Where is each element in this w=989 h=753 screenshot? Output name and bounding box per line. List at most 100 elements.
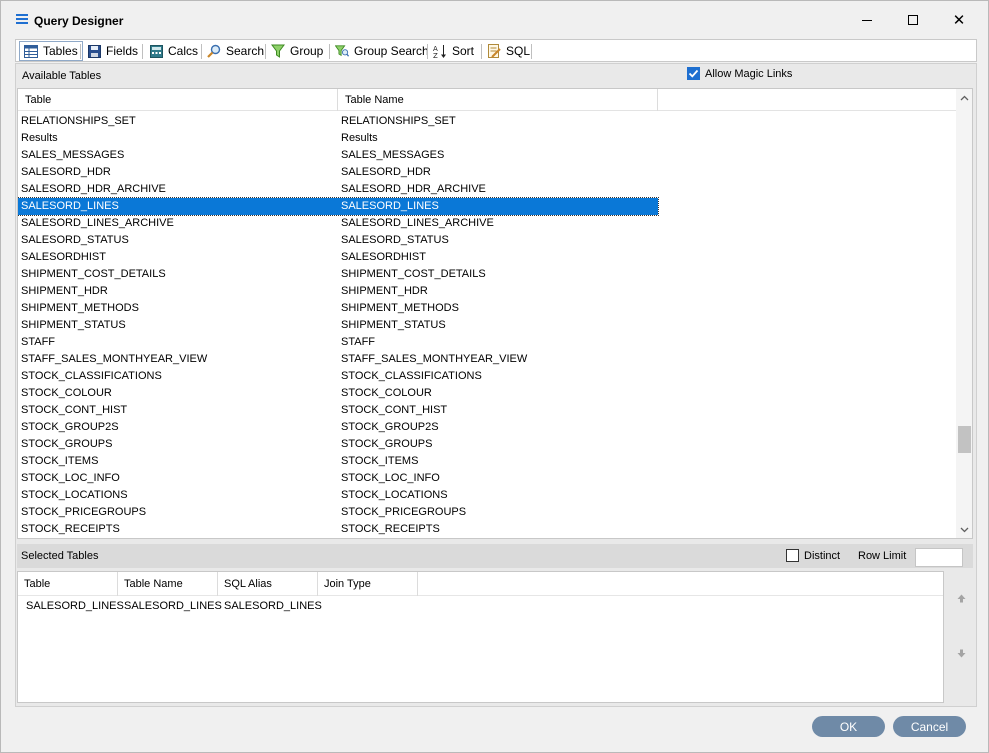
- cell-table-name: SALESORD_LINES_ARCHIVE: [341, 217, 494, 229]
- table-row[interactable]: STOCK_GROUPS STOCK_GROUPS: [18, 436, 658, 453]
- tab-tables[interactable]: Tables: [19, 41, 83, 61]
- row-limit-input[interactable]: [915, 548, 963, 567]
- table-row[interactable]: STOCK_CLASSIFICATIONS STOCK_CLASSIFICATIO…: [18, 368, 658, 385]
- cell-table: STOCK_GROUP2S: [21, 421, 119, 433]
- checkbox-checked-icon: [687, 67, 700, 80]
- table-row[interactable]: SHIPMENT_METHODS SHIPMENT_METHODS: [18, 300, 658, 317]
- tab-label: Group Search: [354, 44, 429, 58]
- cell-table-name: SALES_MESSAGES: [341, 149, 445, 161]
- cancel-button[interactable]: Cancel: [893, 716, 966, 737]
- vertical-scrollbar[interactable]: [956, 89, 972, 538]
- allow-magic-links-checkbox[interactable]: Allow Magic Links: [687, 67, 792, 80]
- column-header-table[interactable]: Table: [18, 89, 338, 111]
- column-header-table[interactable]: Table: [18, 572, 118, 596]
- table-row[interactable]: STOCK_LOC_INFO STOCK_LOC_INFO: [18, 470, 658, 487]
- arrow-up-icon: [957, 594, 965, 602]
- table-row[interactable]: RELATIONSHIPS_SET RELATIONSHIPS_SET: [18, 113, 658, 130]
- maximize-icon: [908, 15, 918, 25]
- cell-table-name: SALESORD_HDR: [341, 166, 431, 178]
- arrow-down-icon: [957, 649, 965, 657]
- available-tables-grid: Table Table Name RELATIONSHIPS_SET RELATI…: [17, 88, 973, 539]
- table-row[interactable]: SALESORDHIST SALESORDHIST: [18, 249, 658, 266]
- cell-table: STAFF: [21, 336, 56, 348]
- table-row[interactable]: STAFF_SALES_MONTHYEAR_VIEW STAFF_SALES_MO…: [18, 351, 658, 368]
- cell-table-name: STOCK_LOC_INFO: [341, 472, 440, 484]
- cell-table: SALESORD_HDR_ARCHIVE: [21, 183, 166, 195]
- column-header-sql-alias[interactable]: SQL Alias: [218, 572, 318, 596]
- funnel-icon: [271, 44, 285, 58]
- distinct-checkbox[interactable]: Distinct: [786, 549, 840, 562]
- cell-table-name: STAFF_SALES_MONTHYEAR_VIEW: [341, 353, 528, 365]
- table-row[interactable]: Results Results: [18, 130, 658, 147]
- cell-table-name: STOCK_ITEMS: [341, 455, 419, 467]
- sql-document-icon: [487, 44, 501, 58]
- distinct-label: Distinct: [804, 549, 841, 562]
- tab-label: Search: [226, 44, 265, 58]
- cell-table: SALESORDHIST: [21, 251, 106, 263]
- table-icon: [24, 44, 38, 58]
- table-row[interactable]: SALESORD_LINES SALESORD_LINES: [18, 197, 659, 216]
- cell-table-name: SALESORD_LINES: [124, 600, 222, 612]
- table-row[interactable]: SALESORD_HDR_ARCHIVE SALESORD_HDR_ARCHIVE: [18, 181, 658, 198]
- minimize-button[interactable]: [844, 1, 890, 39]
- table-row[interactable]: STOCK_GROUP2S STOCK_GROUP2S: [18, 419, 658, 436]
- cell-table-name: STOCK_LOCATIONS: [341, 489, 448, 501]
- table-row[interactable]: SALES_MESSAGES SALES_MESSAGES: [18, 147, 658, 164]
- column-header-table-name[interactable]: Table Name: [118, 572, 218, 596]
- cell-table: SALESORD_STATUS: [21, 234, 129, 246]
- cell-table: SALESORD_LINES: [26, 600, 124, 612]
- table-row[interactable]: STOCK_PRICEGROUPS STOCK_PRICEGROUPS: [18, 504, 658, 521]
- cell-table: STOCK_RECEIPTS: [21, 523, 120, 535]
- tab-sql[interactable]: SQL: [483, 41, 534, 61]
- cell-table-name: SALESORD_LINES: [341, 200, 439, 212]
- tab-label: Sort: [452, 44, 475, 58]
- grid-header: Table Table Name SQL Alias Join Type: [18, 572, 943, 596]
- ok-button[interactable]: OK: [812, 716, 885, 737]
- cell-table-name: STOCK_CONT_HIST: [341, 404, 448, 416]
- tab-search[interactable]: Search: [203, 41, 268, 61]
- table-row[interactable]: SALESORD_LINES_ARCHIVE SALESORD_LINES_ARC…: [18, 215, 658, 232]
- column-header-join-type[interactable]: Join Type: [318, 572, 418, 596]
- tab-divider: [142, 44, 143, 59]
- cell-sql-alias: SALESORD_LINES: [224, 600, 322, 612]
- tab-label: Fields: [106, 44, 139, 58]
- calculator-icon: [149, 44, 163, 58]
- table-row[interactable]: SALESORD_LINES SALESORD_LINES SALESORD_L…: [18, 597, 943, 615]
- cell-table: STOCK_COLOUR: [21, 387, 112, 399]
- cell-table-name: SHIPMENT_HDR: [341, 285, 428, 297]
- tab-divider: [329, 44, 330, 59]
- scroll-up-icon[interactable]: [956, 89, 972, 106]
- maximize-button[interactable]: [890, 1, 936, 39]
- scroll-down-icon[interactable]: [956, 521, 972, 538]
- table-row[interactable]: STAFF STAFF: [18, 334, 658, 351]
- table-row[interactable]: STOCK_CONT_HIST STOCK_CONT_HIST: [18, 402, 658, 419]
- cell-table-name: STOCK_GROUP2S: [341, 421, 439, 433]
- column-header-table-name[interactable]: Table Name: [338, 89, 658, 111]
- cell-table: SALESORD_LINES: [21, 200, 119, 212]
- table-row[interactable]: SALESORD_STATUS SALESORD_STATUS: [18, 232, 658, 249]
- move-up-button[interactable]: [954, 591, 968, 605]
- table-row[interactable]: SHIPMENT_STATUS SHIPMENT_STATUS: [18, 317, 658, 334]
- magnifier-icon: [207, 44, 221, 58]
- cell-table: STOCK_LOC_INFO: [21, 472, 120, 484]
- table-row[interactable]: STOCK_LOCATIONS STOCK_LOCATIONS: [18, 487, 658, 504]
- table-row[interactable]: STOCK_ITEMS STOCK_ITEMS: [18, 453, 658, 470]
- tab-calcs[interactable]: Calcs: [145, 41, 202, 61]
- table-row[interactable]: STOCK_RECEIPTS STOCK_RECEIPTS: [18, 521, 658, 538]
- table-row[interactable]: SHIPMENT_HDR SHIPMENT_HDR: [18, 283, 658, 300]
- tab-sort[interactable]: AZ Sort: [429, 41, 478, 61]
- selected-tables-grid: Table Table Name SQL Alias Join Type SAL…: [17, 571, 944, 703]
- window-title: Query Designer: [34, 14, 124, 28]
- allow-magic-links-label: Allow Magic Links: [705, 67, 793, 80]
- move-down-button[interactable]: [954, 646, 968, 660]
- tab-group[interactable]: Group: [267, 41, 327, 61]
- tab-fields[interactable]: Fields: [83, 41, 142, 61]
- table-row[interactable]: SALESORD_HDR SALESORD_HDR: [18, 164, 658, 181]
- table-row[interactable]: STOCK_COLOUR STOCK_COLOUR: [18, 385, 658, 402]
- title-bar: Query Designer ✕: [1, 1, 988, 39]
- tab-group-search[interactable]: Group Search: [331, 41, 433, 61]
- table-row[interactable]: SHIPMENT_COST_DETAILS SHIPMENT_COST_DETAI…: [18, 266, 658, 283]
- grid-header: Table Table Name: [18, 89, 958, 111]
- scrollbar-thumb[interactable]: [958, 426, 971, 453]
- close-button[interactable]: ✕: [936, 1, 982, 39]
